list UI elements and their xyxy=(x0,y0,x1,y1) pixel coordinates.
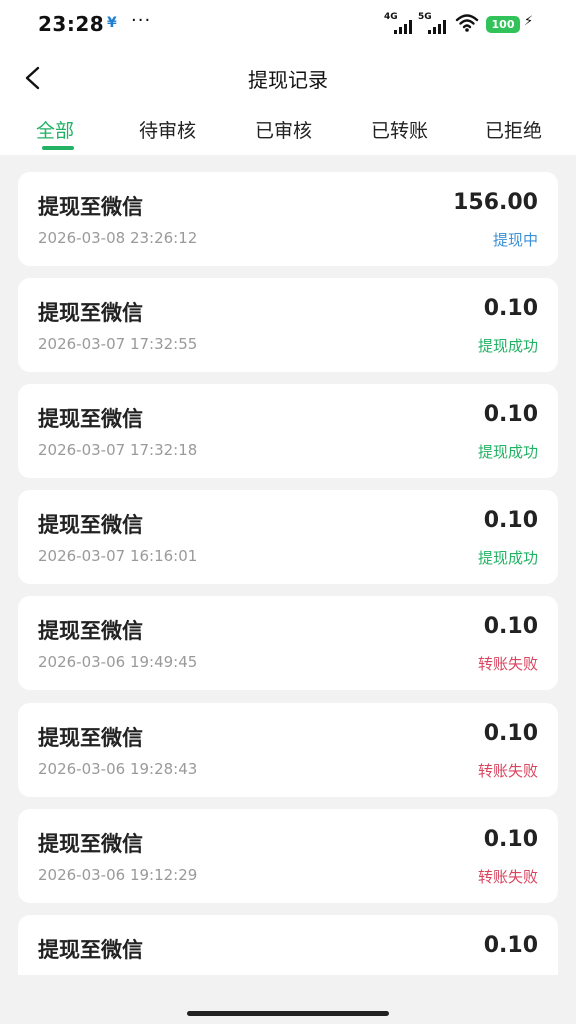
record-title: 提现至微信 xyxy=(38,513,143,537)
record-status: 提现中 xyxy=(492,231,538,249)
withdrawal-record[interactable]: 提现至微信 0.10 2026-03-07 17:32:18 提现成功 xyxy=(18,384,558,478)
battery-icon: 100 xyxy=(486,16,520,33)
record-status: 转账失败 xyxy=(477,868,538,886)
record-amount: 0.10 xyxy=(483,933,538,958)
record-amount: 0.10 xyxy=(483,614,538,639)
record-amount: 0.10 xyxy=(483,721,538,746)
record-status: 转账失败 xyxy=(477,762,538,780)
wifi-icon xyxy=(455,14,479,32)
payment-app-icon: ¥ xyxy=(107,15,117,31)
page-title: 提现记录 xyxy=(248,68,328,92)
tab-bar: 全部 待审核 已审核 已转账 已拒绝 xyxy=(0,108,576,154)
record-title: 提现至微信 xyxy=(38,619,143,643)
record-time: 2026-03-06 19:28:43 xyxy=(38,760,198,778)
record-title: 提现至微信 xyxy=(38,407,143,431)
withdrawal-record[interactable]: 提现至微信 0.10 xyxy=(18,915,558,975)
record-amount: 0.10 xyxy=(483,296,538,321)
record-title: 提现至微信 xyxy=(38,832,143,856)
withdrawal-record[interactable]: 提现至微信 0.10 2026-03-06 19:28:43 转账失败 xyxy=(18,703,558,797)
active-tab-indicator xyxy=(42,146,74,150)
tab-all[interactable]: 全部 xyxy=(36,116,74,143)
record-amount: 0.10 xyxy=(483,402,538,427)
tab-rejected[interactable]: 已拒绝 xyxy=(485,116,542,143)
header: 提现记录 xyxy=(0,50,576,106)
status-bar: 23:28 ¥ ··· 4G 5G 100 ⚡ xyxy=(0,0,576,48)
record-title: 提现至微信 xyxy=(38,301,143,325)
record-time: 2026-03-07 16:16:01 xyxy=(38,547,198,565)
record-time: 2026-03-06 19:12:29 xyxy=(38,866,198,884)
record-title: 提现至微信 xyxy=(38,726,143,750)
record-status: 提现成功 xyxy=(477,443,538,461)
withdrawal-record[interactable]: 提现至微信 0.10 2026-03-07 16:16:01 提现成功 xyxy=(18,490,558,584)
signal-5g-icon: 5G xyxy=(418,12,452,34)
signal-4g-icon: 4G xyxy=(384,12,418,34)
charging-icon: ⚡ xyxy=(524,14,534,29)
tab-reviewed[interactable]: 已审核 xyxy=(255,116,312,143)
record-time: 2026-03-08 23:26:12 xyxy=(38,229,198,247)
record-amount: 156.00 xyxy=(453,190,538,215)
record-time: 2026-03-07 17:32:55 xyxy=(38,335,198,353)
record-title: 提现至微信 xyxy=(38,195,143,219)
withdrawal-record[interactable]: 提现至微信 0.10 2026-03-06 19:49:45 转账失败 xyxy=(18,596,558,690)
record-status: 提现成功 xyxy=(477,549,538,567)
record-status: 转账失败 xyxy=(477,655,538,673)
record-title: 提现至微信 xyxy=(38,938,143,962)
record-amount: 0.10 xyxy=(483,508,538,533)
record-amount: 0.10 xyxy=(483,827,538,852)
withdrawal-record[interactable]: 提现至微信 0.10 2026-03-06 19:12:29 转账失败 xyxy=(18,809,558,903)
record-status: 提现成功 xyxy=(477,337,538,355)
withdrawal-record[interactable]: 提现至微信 0.10 2026-03-07 17:32:55 提现成功 xyxy=(18,278,558,372)
record-time: 2026-03-07 17:32:18 xyxy=(38,441,198,459)
tab-pending-review[interactable]: 待审核 xyxy=(139,116,196,143)
more-notifications-icon: ··· xyxy=(131,10,152,31)
home-indicator xyxy=(187,1011,389,1016)
withdrawal-record[interactable]: 提现至微信 156.00 2026-03-08 23:26:12 提现中 xyxy=(18,172,558,266)
record-time: 2026-03-06 19:49:45 xyxy=(38,653,198,671)
tab-transferred[interactable]: 已转账 xyxy=(371,116,428,143)
status-time: 23:28 xyxy=(38,12,105,36)
